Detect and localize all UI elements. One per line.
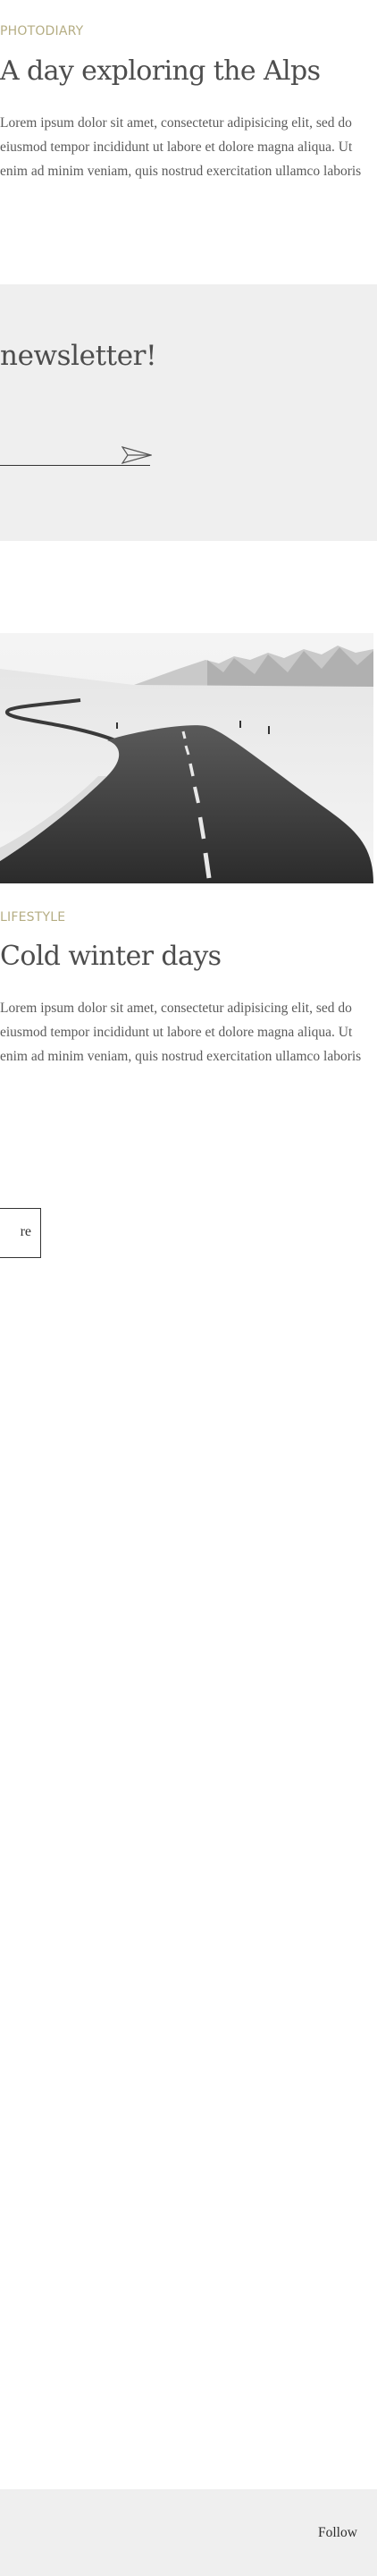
post-excerpt: Lorem ipsum dolor sit amet, consectetur … xyxy=(0,111,377,183)
follow-link[interactable]: Follow xyxy=(318,2525,357,2541)
post-title[interactable]: A day exploring the Alps xyxy=(0,55,321,87)
excerpt-line: enim ad minim veniam, quis nostrud exerc… xyxy=(0,1049,362,1064)
post-title[interactable]: Cold winter days xyxy=(0,941,222,972)
snowy-road-image xyxy=(0,633,373,883)
excerpt-line: eiusmod tempor incididunt ut labore et d… xyxy=(0,139,353,155)
excerpt-line: enim ad minim veniam, quis nostrud exerc… xyxy=(0,164,362,179)
post-category[interactable]: PHOTODIARY xyxy=(0,24,83,38)
post-image[interactable] xyxy=(0,633,373,883)
read-more-label: re xyxy=(20,1224,31,1239)
newsletter-send-button[interactable] xyxy=(121,445,154,465)
newsletter-heading: newsletter! xyxy=(0,340,157,372)
newsletter-section: newsletter! xyxy=(0,284,377,541)
excerpt-line: eiusmod tempor incididunt ut labore et d… xyxy=(0,1025,353,1040)
excerpt-line: Lorem ipsum dolor sit amet, consectetur … xyxy=(0,115,352,131)
paper-plane-icon xyxy=(121,445,154,465)
footer: Follow xyxy=(0,2489,377,2576)
read-more-button[interactable]: re xyxy=(0,1208,41,1258)
post-excerpt: Lorem ipsum dolor sit amet, consectetur … xyxy=(0,996,377,1068)
excerpt-line: Lorem ipsum dolor sit amet, consectetur … xyxy=(0,1001,352,1016)
post-category[interactable]: LIFESTYLE xyxy=(0,910,65,925)
